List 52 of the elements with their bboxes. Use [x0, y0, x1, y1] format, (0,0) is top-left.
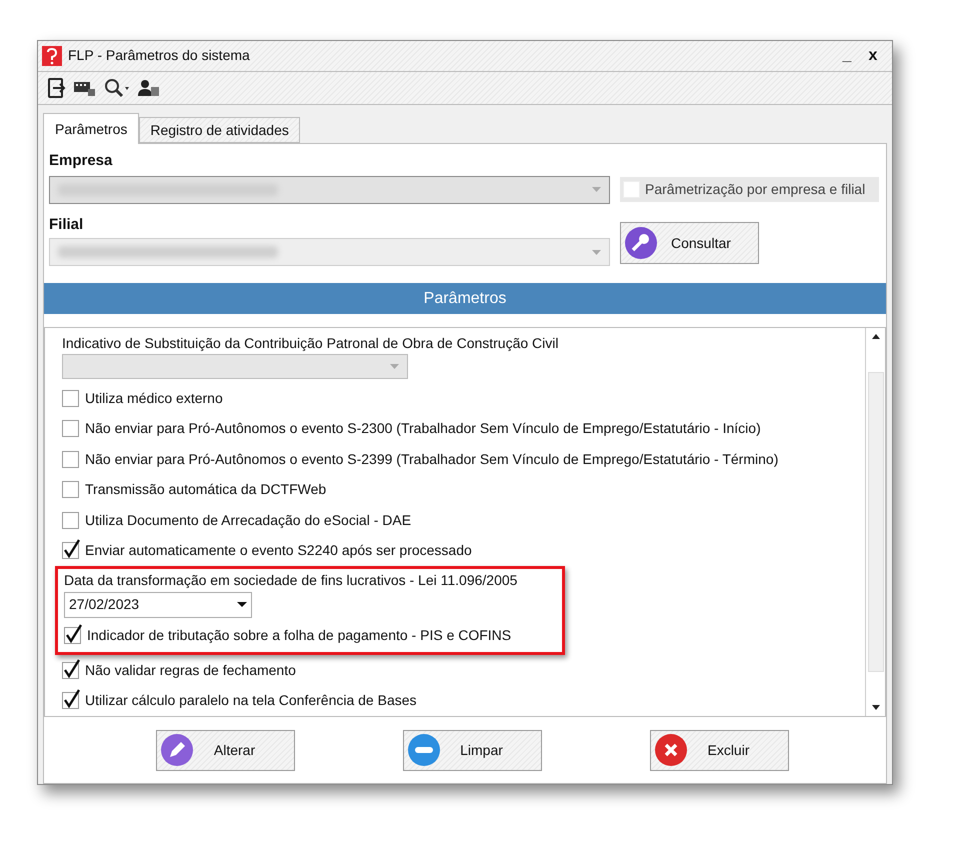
checkbox[interactable]	[62, 542, 79, 560]
dropdown-arrow-icon	[237, 602, 247, 608]
dropdown-arrow-icon	[592, 187, 601, 192]
close-icon	[655, 734, 687, 766]
checkbox-option[interactable]: Utiliza Documento de Arrecadação do eSocial - DAE	[62, 504, 865, 536]
user-icon	[138, 78, 160, 97]
scroll-thumb[interactable]	[868, 372, 884, 672]
dropdown-arrow-icon	[592, 250, 601, 254]
checkbox-option[interactable]: Não validar regras de fechamento	[62, 654, 865, 686]
checkbox[interactable]	[62, 390, 79, 407]
scroll-down-icon	[872, 705, 880, 710]
close-button[interactable]: x	[864, 48, 882, 64]
scroll-up-icon	[872, 334, 880, 339]
checkbox-option[interactable]: Não enviar para Pró-Autônomos o evento S-2300 (Trabalhador Sem Vínculo de Emprego/Estatutário - Início)	[62, 413, 865, 444]
checkbox-option[interactable]: Parâmetrização por empresa e filial	[620, 177, 879, 202]
checkbox-option[interactable]: Utiliza médico externo	[62, 382, 865, 414]
checkbox-option[interactable]: Enviar automaticamente o evento S2240 após ser processado	[62, 535, 865, 566]
consultar-button[interactable]: Consultar	[620, 222, 759, 264]
key-icon	[625, 227, 657, 259]
field-label: Indicativo de Substituição da Contribuição Patronal de Obra de Construção Civil	[62, 334, 560, 353]
checkbox[interactable]	[62, 692, 79, 710]
tab[interactable]: Registro de atividades	[139, 117, 300, 143]
app-logo-icon	[42, 46, 62, 66]
window-title: FLP - Parâmetros do sistema	[68, 46, 250, 66]
tab[interactable]: Parâmetros	[43, 113, 140, 144]
minimize-button[interactable]: _	[838, 48, 856, 64]
checkbox-option[interactable]: Utilizar cálculo paralelo na tela Conferência de Bases	[62, 686, 865, 716]
dropdown-field[interactable]	[49, 238, 610, 266]
checkbox[interactable]	[62, 481, 79, 498]
pencil-icon	[161, 734, 193, 766]
field-label: Data da transformação em sociedade de fins lucrativos - Lei 11.096/2005	[64, 571, 518, 590]
date-field[interactable]: 27/02/2023	[64, 592, 252, 618]
exit-icon	[48, 78, 66, 98]
action-button[interactable]: Excluir	[650, 730, 789, 770]
dropdown-arrow-icon	[390, 364, 399, 369]
action-button[interactable]: Limpar	[403, 730, 542, 770]
checkbox-option[interactable]: Não enviar para Pró-Autônomos o evento S-2399 (Trabalhador Sem Vínculo de Emprego/Estatutário - Término)	[62, 444, 865, 474]
checkbox[interactable]	[62, 512, 79, 529]
scrollbar[interactable]	[865, 328, 885, 716]
checkbox[interactable]	[62, 450, 79, 468]
checkbox-option[interactable]: Indicador de tributação sobre a folha de pagamento - PIS e COFINS	[64, 620, 562, 652]
section-header: Parâmetros	[44, 283, 886, 314]
field-label: Empresa	[49, 151, 114, 171]
minus-icon	[408, 734, 440, 766]
checkbox[interactable]	[64, 627, 81, 644]
action-button[interactable]: Alterar	[156, 730, 295, 770]
search-icon	[104, 78, 130, 98]
checkbox-option[interactable]: Transmissão automática da DCTFWeb	[62, 474, 865, 505]
checkbox[interactable]	[62, 662, 79, 679]
checkbox[interactable]	[62, 420, 79, 438]
dropdown-field[interactable]	[49, 176, 610, 204]
field-label: Filial	[49, 214, 84, 234]
